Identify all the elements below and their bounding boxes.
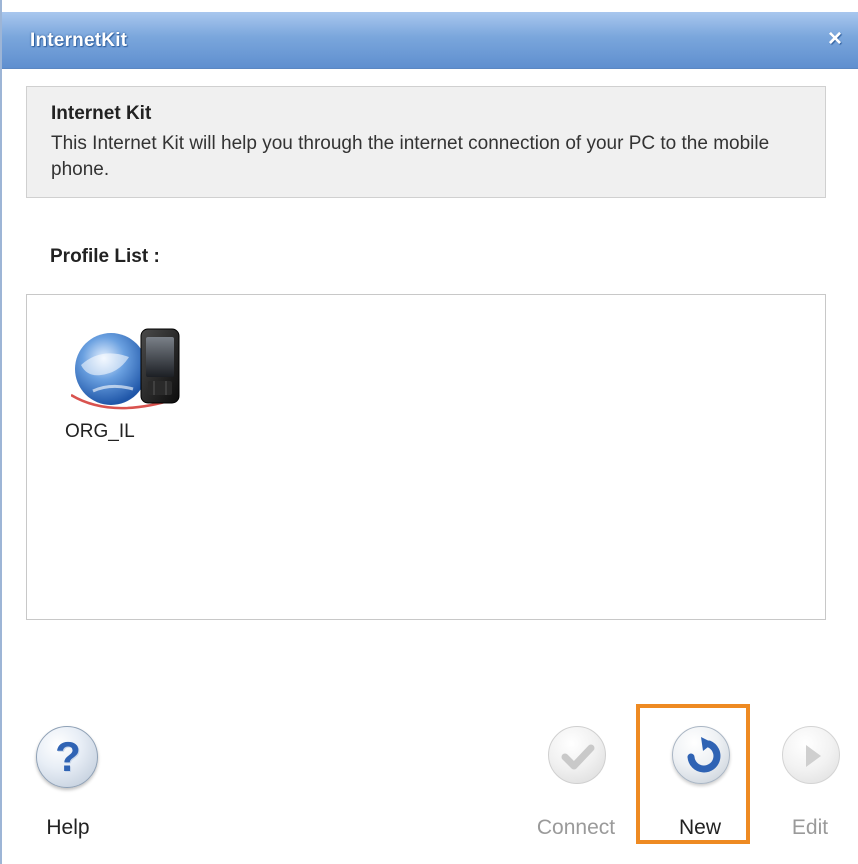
close-button[interactable]: ×	[822, 26, 848, 52]
question-icon: ?	[36, 726, 98, 788]
new-label: New	[678, 816, 721, 839]
help-button[interactable]: ? Help	[18, 726, 118, 846]
connect-button[interactable]: Connect	[526, 726, 626, 846]
info-title: Internet Kit	[51, 103, 152, 124]
edit-button[interactable]: Edit	[760, 726, 858, 846]
profile-list[interactable]: ORG_IL	[26, 294, 826, 620]
title-bar[interactable]: InternetKit ×	[2, 12, 858, 69]
window-title: InternetKit	[30, 30, 128, 51]
profile-item-label: ORG_IL	[65, 421, 135, 442]
edit-label: Edit	[791, 816, 829, 839]
connect-label: Connect	[536, 816, 616, 839]
info-panel: Internet Kit This Internet Kit will help…	[26, 86, 826, 198]
globe-phone-icon	[71, 328, 180, 410]
refresh-arrow-icon	[672, 726, 730, 784]
help-label: Help	[46, 816, 90, 839]
play-arrow-icon	[782, 726, 840, 784]
internetkit-window: InternetKit × Internet Kit This Internet…	[0, 0, 858, 864]
info-description: This Internet Kit will help you through …	[51, 133, 770, 180]
new-button[interactable]: New	[650, 726, 750, 846]
profile-item[interactable]: ORG_IL	[47, 317, 180, 443]
profile-list-label: Profile List :	[50, 246, 160, 267]
close-icon: ×	[827, 25, 842, 52]
checkmark-icon	[548, 726, 606, 784]
